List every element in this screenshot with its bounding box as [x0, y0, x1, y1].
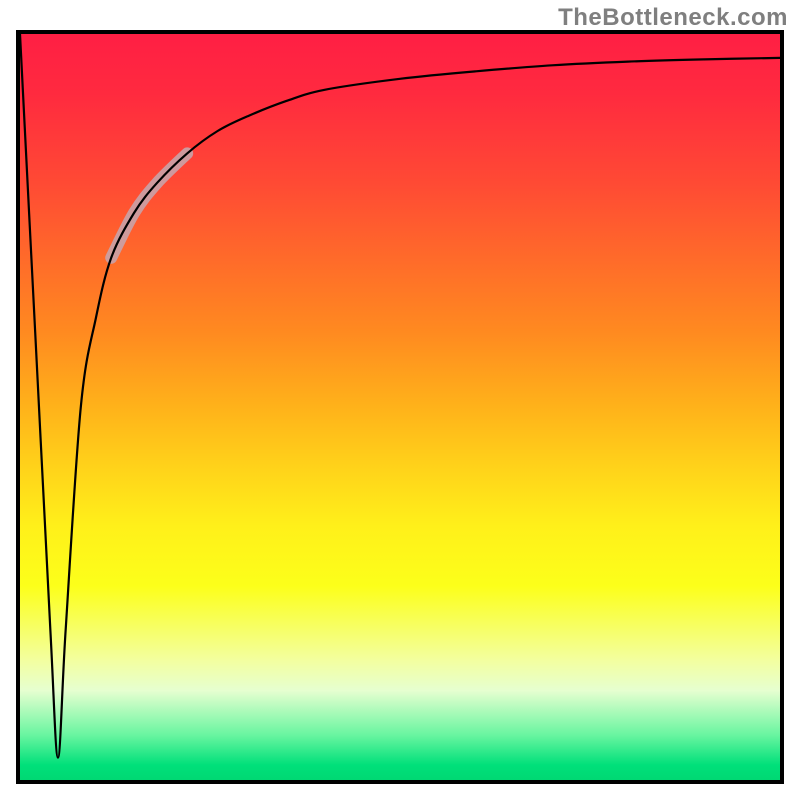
bottleneck-curve: [20, 34, 780, 758]
plot-area: [16, 30, 784, 784]
watermark: TheBottleneck.com: [558, 4, 788, 32]
curve-svg: [20, 34, 780, 780]
curve-highlight: [111, 153, 187, 257]
